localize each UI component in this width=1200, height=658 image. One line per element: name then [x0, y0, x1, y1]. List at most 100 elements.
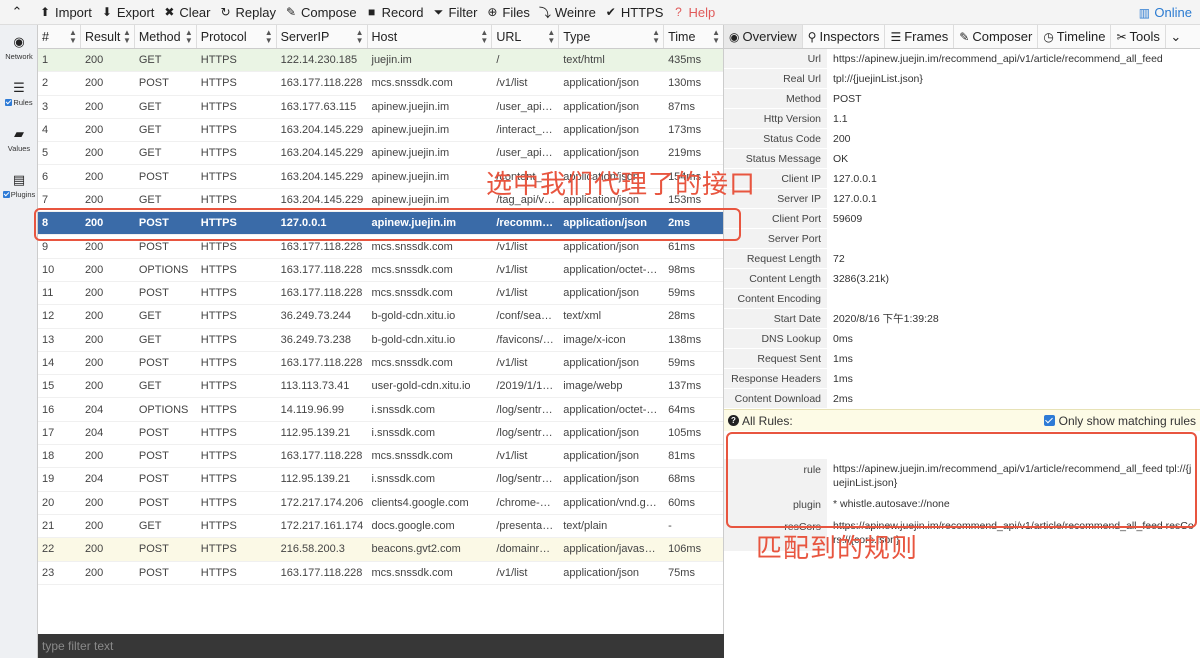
clear-button[interactable]: ✖ Clear	[158, 0, 214, 25]
https-button[interactable]: ✔ HTTPS	[600, 0, 668, 25]
table-row[interactable]: 2 200 POST HTTPS 163.177.118.228 mcs.snssdk.c…	[38, 72, 723, 96]
sidebar-item-plugins[interactable]: ▤ Plugins	[0, 163, 38, 209]
cell-time: 130ms	[668, 77, 702, 90]
sidebar: ◉ Network ☰ Rules ▰ Values ▤ Plugins	[0, 25, 38, 658]
cell-result: 200	[84, 170, 104, 183]
help-button[interactable]: ? Help	[667, 0, 719, 25]
column-header-host[interactable]: Host ▲ ▼	[368, 25, 493, 48]
sidebar-item-network[interactable]: ◉ Network	[0, 25, 38, 71]
table-row[interactable]: 14 200 POST HTTPS 163.177.118.228 mcs.snssdk.…	[38, 352, 723, 376]
column-label: Time	[668, 29, 696, 44]
cell-num: 4	[42, 124, 49, 137]
column-header-result[interactable]: Result ▲ ▼	[81, 25, 135, 48]
weinre-button[interactable]: ⤵ Weinre	[534, 0, 600, 25]
cell-type: application/json	[563, 566, 640, 579]
table-row[interactable]: 23 200 POST HTTPS 163.177.118.228 mcs.snssdk.…	[38, 562, 723, 585]
tab-composer[interactable]: ✎ Composer	[954, 25, 1039, 48]
tab-inspectors[interactable]: ⚲ Inspectors	[803, 25, 886, 48]
table-row[interactable]: 22 200 POST HTTPS 216.58.200.3 beacons.gvt2.c…	[38, 538, 723, 562]
only-matching-toggle[interactable]: Only show matching rules	[1043, 414, 1196, 428]
rules-note: 匹配到的规则	[756, 534, 919, 564]
cell-num: 18	[42, 450, 55, 463]
overview-key: Real Url	[724, 69, 827, 88]
cell-host: docs.google.com	[371, 520, 455, 533]
table-row[interactable]: 20 200 POST HTTPS 172.217.174.206 clients4.go…	[38, 492, 723, 515]
files-button[interactable]: ⊕ Files	[481, 0, 533, 25]
table-row[interactable]: 18 200 POST HTTPS 163.177.118.228 mcs.snssdk.…	[38, 445, 723, 469]
column-header-type[interactable]: Type ▲ ▼	[559, 25, 665, 48]
cell-host: mcs.snssdk.com	[371, 263, 453, 276]
cell-method: GET	[138, 147, 162, 160]
cell-time: 87ms	[668, 100, 695, 113]
online-status[interactable]: ▥ Online	[1133, 0, 1196, 25]
record-button[interactable]: ■ Record	[361, 0, 428, 25]
checkbox-icon[interactable]	[5, 99, 13, 106]
help-icon[interactable]: ?	[728, 415, 739, 426]
cell-ip: 163.204.145.229	[280, 147, 364, 160]
cell-host: i.snssdk.com	[371, 426, 436, 439]
cell-type: application/json	[563, 357, 640, 369]
filter-button[interactable]: ⏷ Filter	[428, 0, 482, 25]
sort-icon: ▲ ▼	[184, 27, 193, 45]
column-header-method[interactable]: Method ▲ ▼	[135, 25, 197, 48]
table-row[interactable]: 16 204 OPTIONS HTTPS 14.119.96.99 i.snssdk.co…	[38, 398, 723, 422]
table-row[interactable]: 12 200 GET HTTPS 36.249.73.244 b-gold-cdn.xit…	[38, 305, 723, 329]
filter-input[interactable]	[38, 634, 724, 658]
upload-icon: ⬆	[39, 5, 51, 19]
cell-url: /presentati...	[496, 520, 557, 533]
tab-frames[interactable]: ☰ Frames	[885, 25, 955, 48]
checkbox-icon[interactable]	[2, 191, 10, 198]
cell-protocol: HTTPS	[200, 287, 237, 300]
compose-label: Compose	[300, 4, 357, 20]
table-row[interactable]: 1 200 GET HTTPS 122.14.230.185 juejin.im / text…	[38, 49, 723, 73]
cell-method: POST	[138, 543, 169, 556]
table-row[interactable]: 5 200 GET HTTPS 163.204.145.229 apinew.juejin…	[38, 142, 723, 166]
table-row[interactable]: 15 200 GET HTTPS 113.113.73.41 user-gold-cdn.…	[38, 375, 723, 399]
column-header-time[interactable]: Time ▲ ▼	[664, 25, 723, 48]
overview-value: 0ms	[833, 332, 853, 345]
overview-value: 1ms	[833, 352, 853, 365]
table-row[interactable]: 3 200 GET HTTPS 163.177.63.115 apinew.juejin.…	[38, 96, 723, 119]
cell-num: 23	[42, 566, 55, 579]
cell-protocol: HTTPS	[200, 263, 237, 276]
import-button[interactable]: ⬆ Import	[34, 0, 96, 25]
table-row[interactable]: 21 200 GET HTTPS 172.217.161.174 docs.google.…	[38, 515, 723, 539]
table-row[interactable]: 4 200 GET HTTPS 163.204.145.229 apinew.juejin…	[38, 119, 723, 143]
overview-row: Content Download 2ms	[724, 389, 1200, 409]
tab-tools[interactable]: ✂ Tools	[1111, 25, 1166, 48]
collapse-button[interactable]: ⌃	[0, 0, 34, 25]
column-header-url[interactable]: URL ▲ ▼	[492, 25, 560, 48]
tab-timeline[interactable]: ◷ Timeline	[1038, 25, 1112, 48]
export-label: Export	[116, 4, 155, 20]
table-row[interactable]: 19 204 POST HTTPS 112.95.139.21 i.snssdk.com /…	[38, 468, 723, 492]
files-icon: ⊕	[487, 5, 498, 19]
tabs-more-button[interactable]: ⌄	[1166, 25, 1186, 48]
replay-button[interactable]: ↻ Replay	[215, 0, 280, 25]
replay-label: Replay	[235, 4, 276, 20]
cell-host: clients4.google.com	[371, 496, 469, 509]
compose-button[interactable]: ✎ Compose	[280, 0, 361, 25]
table-row[interactable]: 10 200 OPTIONS HTTPS 163.177.118.228 mcs.snss…	[38, 259, 723, 282]
table-row[interactable]: 13 200 GET HTTPS 36.249.73.238 b-gold-cdn.xit…	[38, 329, 723, 352]
checkbox-icon[interactable]	[1043, 415, 1055, 426]
overview-value: 127.0.0.1	[833, 172, 877, 185]
cell-result: 200	[84, 333, 104, 346]
column-label: Type	[563, 29, 591, 44]
tab-overview[interactable]: ◉ Overview	[724, 25, 803, 48]
column-header-num[interactable]: # ▲ ▼	[38, 25, 81, 48]
column-label: URL	[496, 29, 522, 44]
sidebar-item-values[interactable]: ▰ Values	[0, 117, 38, 163]
export-button[interactable]: ⬇ Export	[96, 0, 159, 25]
cell-num: 11	[42, 287, 54, 300]
column-header-ip[interactable]: ServerIP ▲ ▼	[277, 25, 368, 48]
eye-icon: ◉	[729, 29, 740, 44]
column-label: Method	[138, 29, 181, 44]
cell-type: application/json	[563, 124, 640, 137]
column-header-protocol[interactable]: Protocol ▲ ▼	[197, 25, 277, 48]
cell-result: 200	[84, 380, 104, 393]
cell-type: application/javascript	[563, 543, 665, 556]
sidebar-item-rules[interactable]: ☰ Rules	[0, 71, 38, 117]
table-row[interactable]: 17 204 POST HTTPS 112.95.139.21 i.snssdk.com /…	[38, 422, 723, 446]
cell-time: 28ms	[668, 310, 695, 323]
table-row[interactable]: 11 200 POST HTTPS 163.177.118.228 mcs.snssdk.…	[38, 282, 723, 306]
